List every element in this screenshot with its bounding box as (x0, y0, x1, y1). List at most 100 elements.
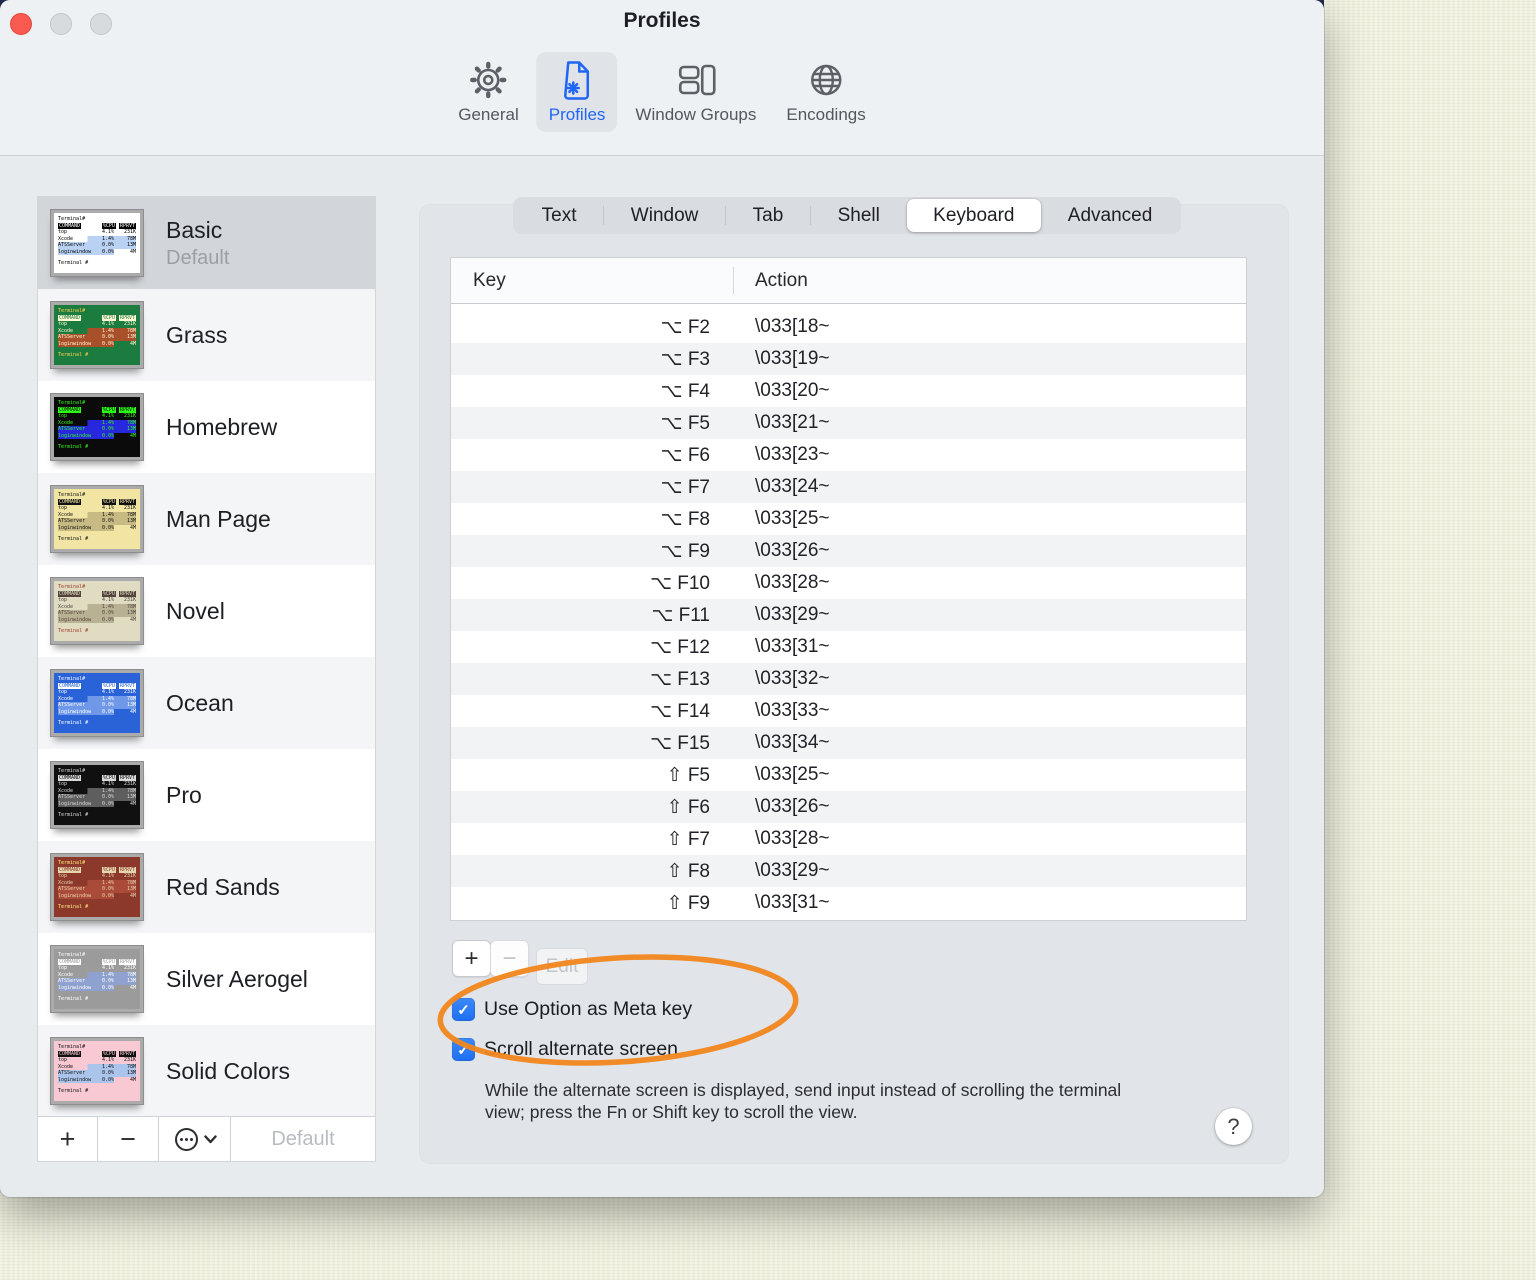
profile-name: Silver Aerogel (166, 965, 308, 992)
table-row[interactable]: ⌥ F12 \033[31~ (451, 631, 1246, 663)
profile-thumbnail: Terminal# COMMAND %CPU RPRVT top 4.1% 231K X… (51, 394, 143, 460)
action-cell: \033[28~ (755, 828, 830, 849)
profile-name: Basic (166, 216, 223, 243)
profile-list: Terminal# COMMAND %CPU RPRVT top 4.1% 231K X… (38, 197, 375, 1117)
toolbar-item-encodings[interactable]: Encodings (774, 52, 877, 132)
tab-window[interactable]: Window (604, 199, 725, 232)
globe-icon (810, 64, 842, 96)
profile-row[interactable]: Terminal# COMMAND %CPU RPRVT top 4.1% 231K X… (38, 657, 375, 749)
action-cell: \033[20~ (755, 380, 830, 401)
column-header-action[interactable]: Action (755, 270, 808, 292)
key-cell: ⌥ F12 (650, 636, 710, 658)
tab-tab[interactable]: Tab (726, 199, 810, 232)
key-cell: ⌥ F8 (660, 508, 710, 530)
toolbar-item-window-groups[interactable]: Window Groups (623, 52, 768, 132)
table-row[interactable]: ⌥ F8 \033[25~ (451, 503, 1246, 535)
column-divider[interactable] (733, 267, 734, 294)
edit-key-button[interactable]: Edit (536, 948, 588, 985)
table-row[interactable]: ⌥ F14 \033[33~ (451, 695, 1246, 727)
profile-row[interactable]: Terminal# COMMAND %CPU RPRVT top 4.1% 231K X… (38, 289, 375, 381)
option-meta-checkbox[interactable]: ✓ (452, 998, 475, 1021)
action-cell: \033[19~ (755, 348, 830, 369)
tab-shell[interactable]: Shell (811, 199, 907, 232)
action-cell: \033[28~ (755, 572, 830, 593)
action-cell: \033[33~ (755, 700, 830, 721)
profile-thumbnail: Terminal# COMMAND %CPU RPRVT top 4.1% 231K X… (51, 578, 143, 644)
table-row[interactable]: ⇧ F5 \033[25~ (451, 759, 1246, 791)
action-cell: \033[34~ (755, 732, 830, 753)
profile-row[interactable]: Terminal# COMMAND %CPU RPRVT top 4.1% 231K X… (38, 381, 375, 473)
action-cell: \033[26~ (755, 796, 830, 817)
profile-name: Ocean (166, 689, 234, 716)
help-button[interactable]: ? (1215, 1108, 1252, 1145)
profile-row[interactable]: Terminal# COMMAND %CPU RPRVT top 4.1% 231K X… (38, 749, 375, 841)
thumb-process-row: loginwindow 0.0% 4M (58, 800, 136, 807)
action-cell: \033[26~ (755, 540, 830, 561)
profile-name: Grass (166, 321, 228, 348)
thumb-process-row: loginwindow 0.0% 4M (58, 248, 136, 255)
table-row[interactable]: ⌥ F9 \033[26~ (451, 535, 1246, 567)
terminal-preview: Terminal# COMMAND %CPU RPRVT top 4.1% 231K X… (51, 854, 143, 920)
remove-profile-button[interactable]: − (98, 1117, 159, 1161)
action-cell: \033[29~ (755, 604, 830, 625)
profile-thumbnail: Terminal# COMMAND %CPU RPRVT top 4.1% 231K X… (51, 1038, 143, 1104)
profile-row[interactable]: Terminal# COMMAND %CPU RPRVT top 4.1% 231K X… (38, 933, 375, 1025)
tab-text[interactable]: Text (515, 199, 603, 232)
toolbar-label: Profiles (548, 105, 606, 124)
thumb-prompt-line: Terminal # (58, 628, 89, 634)
add-key-button[interactable]: + (452, 940, 491, 977)
toolbar-label: Window Groups (635, 105, 757, 124)
column-header-key[interactable]: Key (451, 270, 506, 292)
table-row[interactable]: ⌥ F2 \033[18~ (451, 311, 1246, 343)
table-row[interactable]: ⌥ F13 \033[32~ (451, 663, 1246, 695)
action-cell: \033[24~ (755, 476, 830, 497)
thumb-process-row: loginwindow 0.0% 4M (58, 616, 136, 623)
thumb-prompt-line: Terminal # (58, 812, 89, 818)
table-row[interactable]: ⌥ F6 \033[23~ (451, 439, 1246, 471)
thumb-prompt-line: Terminal # (58, 260, 89, 266)
terminal-preview: Terminal# COMMAND %CPU RPRVT top 4.1% 231K X… (51, 946, 143, 1012)
scroll-alternate-checkbox[interactable]: ✓ (452, 1038, 475, 1061)
thumb-prompt-line: Terminal # (58, 444, 89, 450)
table-header[interactable]: Key Action (451, 258, 1246, 304)
table-row[interactable]: ⇧ F7 \033[28~ (451, 823, 1246, 855)
terminal-preview: Terminal# COMMAND %CPU RPRVT top 4.1% 231K X… (51, 762, 143, 828)
key-cell: ⇧ F5 (666, 764, 710, 786)
table-row[interactable]: ⇧ F8 \033[29~ (451, 855, 1246, 887)
action-cell: \033[25~ (755, 508, 830, 529)
key-cell: ⌥ F11 (651, 604, 710, 626)
action-cell: \033[31~ (755, 636, 830, 657)
table-row[interactable]: ⌥ F5 \033[21~ (451, 407, 1246, 439)
profile-row[interactable]: Terminal# COMMAND %CPU RPRVT top 4.1% 231K X… (38, 197, 375, 289)
profile-row[interactable]: Terminal# COMMAND %CPU RPRVT top 4.1% 231K X… (38, 1025, 375, 1117)
remove-key-button[interactable]: − (490, 940, 529, 977)
toolbar-item-profiles[interactable]: Profiles (536, 52, 618, 132)
table-row[interactable]: ⌥ F4 \033[20~ (451, 375, 1246, 407)
profile-row[interactable]: Terminal# COMMAND %CPU RPRVT top 4.1% 231K X… (38, 473, 375, 565)
title-bar[interactable]: Profiles General Profiles Window Groups … (0, 0, 1324, 156)
table-row[interactable]: ⌥ F15 \033[34~ (451, 727, 1246, 759)
action-cell: \033[29~ (755, 860, 830, 881)
table-row[interactable]: ⇧ F9 \033[31~ (451, 887, 1246, 919)
profile-row[interactable]: Terminal# COMMAND %CPU RPRVT top 4.1% 231K X… (38, 565, 375, 657)
thumb-prompt-line: Terminal # (58, 352, 89, 358)
checkbox-label: Use Option as Meta key (484, 998, 693, 1020)
key-table-body: ⌥ F2 \033[18~ ⌥ F3 \033[19~ ⌥ F4 \033[20… (451, 311, 1246, 919)
table-row[interactable]: ⌥ F3 \033[19~ (451, 343, 1246, 375)
more-options-button[interactable] (159, 1117, 231, 1161)
table-row[interactable]: ⌥ F7 \033[24~ (451, 471, 1246, 503)
add-profile-button[interactable]: + (38, 1117, 98, 1161)
tab-advanced[interactable]: Advanced (1041, 199, 1179, 232)
thumb-prompt-line: Terminal # (58, 996, 89, 1002)
profile-row[interactable]: Terminal# COMMAND %CPU RPRVT top 4.1% 231K X… (38, 841, 375, 933)
table-row[interactable]: ⇧ F6 \033[26~ (451, 791, 1246, 823)
key-cell: ⌥ F6 (660, 444, 710, 466)
toolbar-item-general[interactable]: General (446, 52, 530, 132)
table-row[interactable]: ⌥ F11 \033[29~ (451, 599, 1246, 631)
tab-keyboard[interactable]: Keyboard (906, 199, 1042, 232)
key-cell: ⇧ F7 (666, 828, 710, 850)
table-row[interactable]: ⌥ F10 \033[28~ (451, 567, 1246, 599)
profile-text: Ocean (166, 690, 234, 717)
key-cell: ⇧ F6 (666, 796, 710, 818)
set-default-button[interactable]: Default (231, 1117, 375, 1161)
